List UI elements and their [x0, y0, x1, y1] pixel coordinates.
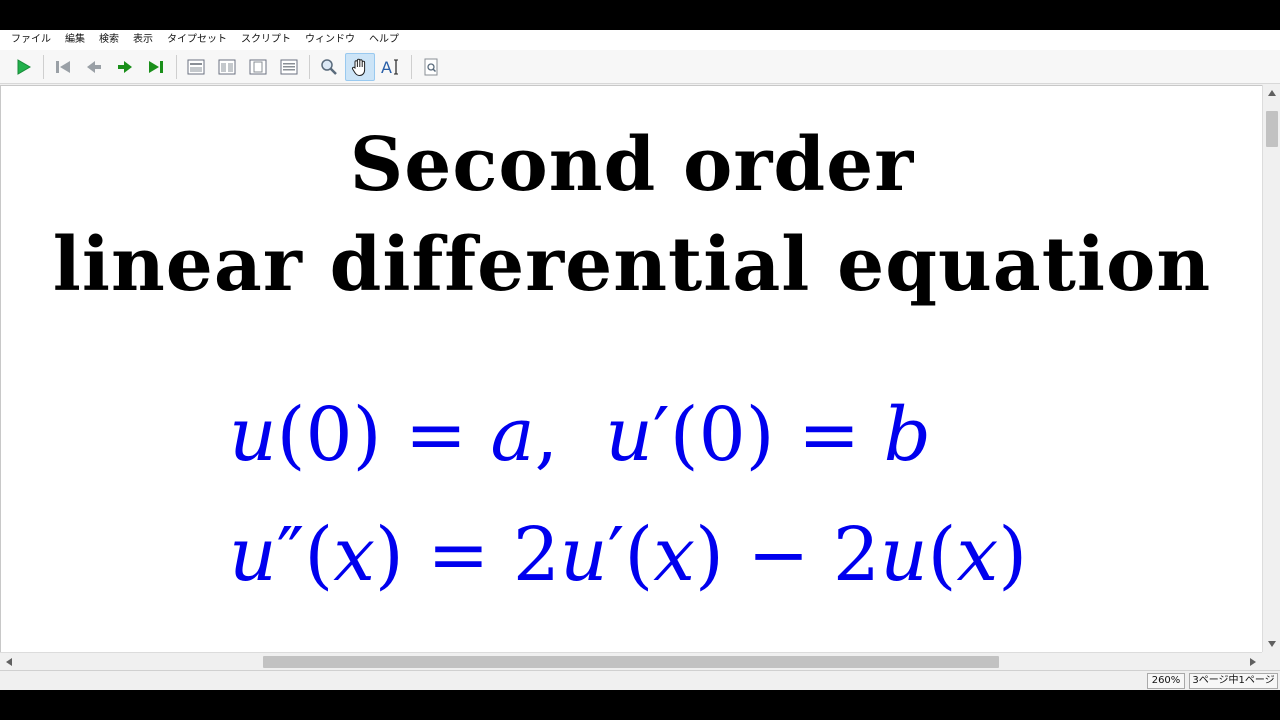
svg-text:A: A	[381, 58, 392, 77]
previous-page-button[interactable]	[79, 53, 109, 81]
vertical-scrollbar[interactable]	[1262, 85, 1280, 652]
first-page-icon	[56, 60, 70, 73]
first-page-button[interactable]	[48, 53, 78, 81]
next-page-button[interactable]	[110, 53, 140, 81]
page-view-width-button[interactable]	[274, 53, 304, 81]
hand-tool-button[interactable]	[345, 52, 375, 81]
magnifier-icon	[321, 58, 337, 75]
menu-help[interactable]: ヘルプ	[362, 30, 406, 50]
last-page-icon	[149, 60, 163, 73]
page-indicator: 3ページ中1ページ	[1189, 673, 1278, 689]
menu-search[interactable]: 検索	[92, 30, 126, 50]
initial-conditions-equation: u(0) = a, u′(0) = b	[229, 392, 931, 478]
text-select-button[interactable]: A	[376, 53, 406, 81]
menu-file[interactable]: ファイル	[4, 30, 58, 50]
toolbar: A	[0, 50, 1280, 84]
toolbar-separator	[43, 54, 44, 79]
menu-view[interactable]: 表示	[126, 30, 160, 50]
page-view-width-icon	[280, 59, 298, 74]
menu-typeset[interactable]: タイプセット	[160, 30, 234, 50]
horizontal-scroll-thumb[interactable]	[263, 656, 999, 668]
scrollbar-corner	[1262, 652, 1280, 670]
scroll-right-icon[interactable]	[1248, 656, 1258, 668]
typeset-button[interactable]	[8, 53, 38, 81]
typeset-play-icon	[17, 58, 31, 75]
toolbar-separator	[309, 54, 310, 79]
menu-edit[interactable]: 編集	[58, 30, 92, 50]
menu-bar: ファイル 編集 検索 表示 タイプセット スクリプト ウィンドウ ヘルプ	[0, 30, 1280, 50]
title-line-1: Second order	[349, 122, 915, 208]
zoom-level[interactable]: 260%	[1147, 673, 1185, 689]
page-view-single-icon	[187, 59, 205, 74]
magnifier-button[interactable]	[314, 53, 344, 81]
differential-equation: u″(x) = 2u′(x) − 2u(x)	[229, 512, 1028, 598]
scroll-up-icon[interactable]	[1267, 88, 1277, 98]
page-view-continuous-icon	[249, 59, 267, 74]
hand-tool-icon	[352, 58, 366, 76]
page-view-facing-icon	[218, 59, 236, 74]
previous-page-icon	[87, 60, 101, 73]
toolbar-separator	[411, 54, 412, 79]
app-window: ファイル 編集 検索 表示 タイプセット スクリプト ウィンドウ ヘルプ A S…	[0, 30, 1280, 690]
page-view-facing-button[interactable]	[212, 53, 242, 81]
text-select-icon: A	[381, 58, 398, 77]
find-icon	[424, 58, 438, 75]
page-view-single-button[interactable]	[181, 53, 211, 81]
menu-script[interactable]: スクリプト	[234, 30, 298, 50]
menu-window[interactable]: ウィンドウ	[298, 30, 362, 50]
vertical-scroll-thumb[interactable]	[1266, 111, 1278, 147]
scroll-left-icon[interactable]	[4, 656, 14, 668]
status-bar: 260% 3ページ中1ページ	[0, 670, 1280, 690]
page-view-continuous-button[interactable]	[243, 53, 273, 81]
last-page-button[interactable]	[141, 53, 171, 81]
horizontal-scrollbar[interactable]	[0, 652, 1262, 670]
find-button[interactable]	[416, 53, 446, 81]
toolbar-separator	[176, 54, 177, 79]
title-line-2: linear differential equation	[52, 222, 1212, 308]
next-page-icon	[118, 60, 132, 73]
pdf-preview-viewport[interactable]: Second order linear differential equatio…	[0, 85, 1262, 652]
scroll-down-icon[interactable]	[1267, 639, 1277, 649]
